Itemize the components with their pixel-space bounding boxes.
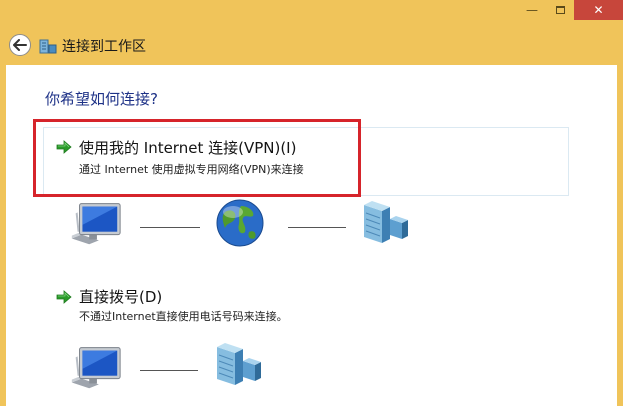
maximize-icon	[555, 6, 565, 14]
minimize-icon: —	[526, 3, 538, 17]
highlight-box	[33, 119, 361, 197]
back-arrow-icon	[13, 39, 27, 51]
wizard-title: 连接到工作区	[62, 39, 146, 55]
globe-icon	[215, 198, 265, 248]
minimize-button[interactable]: —	[518, 0, 546, 20]
close-icon: ✕	[593, 3, 604, 17]
connection-question: 你希望如何连接?	[45, 90, 158, 108]
wizard-content: 你希望如何连接? 使用我的 Internet 连接(VPN)(I) 通过 Int…	[6, 65, 617, 406]
close-button[interactable]: ✕	[574, 0, 623, 20]
computer-icon	[66, 343, 124, 391]
title-bar: — ✕ 连接到工作区	[0, 0, 623, 64]
server-icon	[360, 201, 412, 245]
connector-line	[140, 370, 198, 371]
option-dial-up-description: 不通过Internet直接使用电话号码来连接。	[79, 310, 288, 323]
maximize-button[interactable]	[546, 0, 574, 20]
option-dial-up-title: 直接拨号(D)	[79, 288, 163, 306]
server-icon	[213, 343, 265, 387]
computer-icon	[66, 199, 124, 247]
connector-line	[288, 227, 346, 228]
back-button[interactable]	[9, 34, 31, 56]
workplace-network-icon	[39, 39, 57, 54]
green-arrow-icon	[56, 290, 72, 304]
option-dial-up[interactable]: 直接拨号(D) 不通过Internet直接使用电话号码来连接。	[43, 281, 569, 323]
connector-line	[140, 227, 200, 228]
